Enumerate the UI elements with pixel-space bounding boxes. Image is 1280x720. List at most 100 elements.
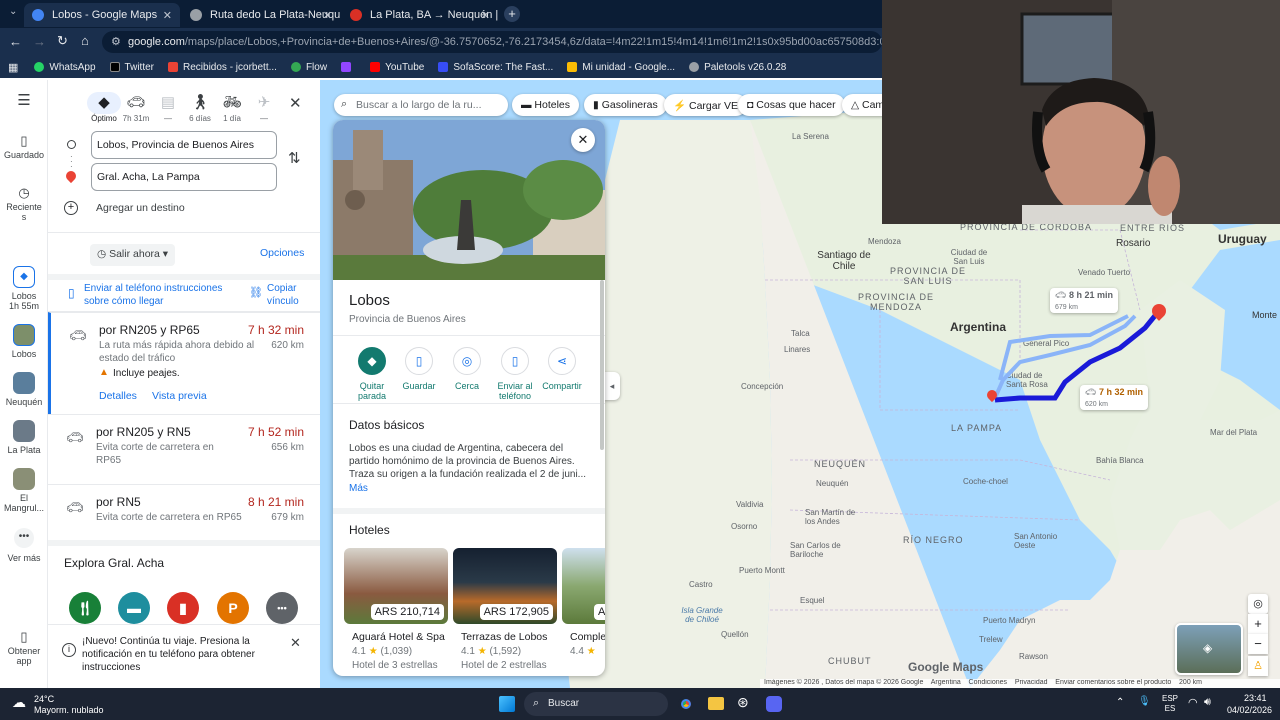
rail-saved[interactable]: ▯ Guardado	[0, 134, 48, 160]
bookmark-flow[interactable]: Flow	[290, 62, 327, 73]
footer-privacy[interactable]: Privacidad	[1015, 679, 1048, 686]
bookmark-sofascore[interactable]: SofaScore: The Fast...	[438, 62, 553, 73]
rail-more[interactable]: ••• Ver más	[0, 528, 48, 563]
route-option-3[interactable]: 🚗︎ por RN5 8 h 21 min Evita corte de car…	[48, 484, 320, 540]
place-photo[interactable]	[333, 120, 605, 280]
send-to-phone-button[interactable]: ▯ Enviar al teléfono	[490, 347, 540, 401]
rail-get-app[interactable]: ▯ Obtener app	[0, 630, 48, 666]
taskbar-search[interactable]: ⌕ Buscar	[524, 692, 668, 716]
chip-hoteles[interactable]: ▬ Hoteles	[512, 94, 580, 116]
rail-recent-el-mangrullo[interactable]: El Mangrul...	[0, 468, 48, 513]
bookmark-paletools[interactable]: Paletools v26.0.28	[689, 62, 786, 73]
about-more-link[interactable]: Más	[349, 483, 368, 494]
zoom-out-button[interactable]: −	[1248, 634, 1268, 654]
bookmark-drive[interactable]: Mi unidad - Google...	[567, 62, 675, 73]
site-info-icon[interactable]: ⚙	[111, 35, 121, 48]
options-button[interactable]: Opciones	[260, 247, 304, 259]
start-button[interactable]	[499, 696, 515, 712]
app-icon[interactable]: ⊛	[737, 694, 749, 711]
add-destination-link[interactable]: Agregar un destino	[96, 202, 185, 214]
home-icon[interactable]: ⌂	[81, 33, 89, 48]
close-tab-icon[interactable]: ✕	[481, 9, 490, 22]
depart-time-dropdown[interactable]: ◷ Salir ahora ▾	[90, 244, 176, 266]
clock-date[interactable]: 04/02/2026	[1227, 705, 1272, 715]
new-tab-button[interactable]: +	[504, 6, 520, 22]
footer-country[interactable]: Argentina	[931, 679, 961, 686]
menu-button[interactable]: ☰	[0, 93, 48, 108]
bookmark-twitch[interactable]	[341, 62, 356, 72]
hotel-card[interactable]: ARS 210,714 Aguará Hotel & Spa 4.1 ★ (1,…	[344, 548, 448, 676]
share-button[interactable]: ⋖ Compartir	[537, 347, 587, 391]
tab-lobos-maps[interactable]: Lobos - Google Maps ✕	[24, 3, 180, 27]
footer-terms[interactable]: Condiciones	[969, 679, 1008, 686]
collapse-panel-button[interactable]: ◂	[604, 372, 620, 400]
close-tab-icon[interactable]: ✕	[323, 9, 332, 22]
bookmark-youtube[interactable]: YouTube	[370, 62, 424, 73]
tab-la-plata-neuquen[interactable]: La Plata, BA → Neuquén | En Au ✕	[342, 3, 498, 27]
close-directions-button[interactable]: ✕	[289, 94, 302, 112]
zoom-in-button[interactable]: +	[1248, 614, 1268, 634]
copy-link-button[interactable]: Copiar vínculo	[267, 282, 315, 308]
swap-icon[interactable]: ⇅	[288, 149, 301, 167]
details-button[interactable]: Detalles	[99, 390, 137, 402]
explore-gas-button[interactable]: ▮	[167, 592, 199, 624]
mode-transit[interactable]: ▤ —	[151, 92, 185, 123]
preview-button[interactable]: Vista previa	[152, 390, 207, 402]
bookmark-whatsapp[interactable]: WhatsApp	[34, 62, 96, 73]
chip-cosas-que-hacer[interactable]: ◘ Cosas que hacer	[738, 94, 845, 116]
mode-flight[interactable]: ✈︎ —	[247, 92, 281, 123]
explore-parking-button[interactable]: P	[217, 592, 249, 624]
route-label-primary[interactable]: 🚗︎ 7 h 32 min 620 km	[1080, 385, 1148, 410]
weather-temp[interactable]: 24°C	[34, 694, 54, 704]
pegman-icon[interactable]: ♙	[1248, 656, 1268, 676]
hotel-card[interactable]: A Comple 4.4 ★	[562, 548, 605, 676]
tab-ruta-dedo[interactable]: Ruta dedo La Plata-Neuquén ✕	[182, 3, 340, 27]
volume-icon[interactable]: 🔊︎	[1204, 696, 1211, 709]
close-place-card-button[interactable]: ✕	[571, 128, 595, 152]
rail-recent-neuquen[interactable]: Neuquén	[0, 372, 48, 407]
route-option-2[interactable]: 🚗︎ por RN205 y RN5 7 h 52 min Evita cort…	[48, 414, 320, 484]
route-search-box[interactable]: ⌕ Buscar a lo largo de la ru...	[334, 94, 508, 116]
my-location-button[interactable]: ◎	[1248, 594, 1268, 614]
mode-bike[interactable]: 🚲︎ 1 día	[215, 92, 249, 123]
rail-recent-lobos[interactable]: Lobos	[0, 324, 48, 359]
chrome-icon[interactable]	[678, 696, 694, 712]
layers-button[interactable]: ◈	[1175, 623, 1243, 675]
close-tab-icon[interactable]: ✕	[163, 9, 172, 22]
chip-cargar-ve[interactable]: ⚡ Cargar VE	[664, 94, 748, 116]
tab-search-icon[interactable]: ⌄	[9, 6, 17, 17]
bookmark-twitter[interactable]: Twitter	[109, 62, 154, 73]
bookmark-gmail[interactable]: Recibidos - jcorbett...	[168, 62, 277, 73]
tray-chevron-icon[interactable]: ⌃	[1116, 697, 1124, 708]
explore-restaurants-button[interactable]: 🍴︎	[69, 592, 101, 624]
route-label-alt[interactable]: 🚗︎ 8 h 21 min 679 km	[1050, 288, 1118, 313]
scrollbar[interactable]	[600, 280, 604, 450]
apps-grid-icon[interactable]: ▦	[8, 61, 18, 74]
mode-car[interactable]: 🚗︎ 7h 31m	[119, 92, 153, 123]
address-bar[interactable]: ⚙ google.com/maps/place/Lobos,+Provincia…	[102, 31, 882, 53]
send-to-phone-link[interactable]: Enviar al teléfono instrucciones sobre c…	[84, 282, 234, 308]
remove-stop-button[interactable]: ◆ Quitar parada	[347, 347, 397, 401]
rail-recent[interactable]: ◷ Recientes	[0, 186, 48, 222]
weather-desc[interactable]: Mayorm. nublado	[34, 705, 104, 715]
destination-input[interactable]: Gral. Acha, La Pampa	[91, 163, 277, 191]
origin-input[interactable]: Lobos, Provincia de Buenos Aires	[91, 131, 277, 159]
mode-walk[interactable]: 🚶︎ 6 días	[183, 92, 217, 123]
route-option-1[interactable]: 🚗︎ por RN205 y RP65 7 h 32 min La ruta m…	[48, 312, 320, 414]
save-place-button[interactable]: ▯ Guardar	[394, 347, 444, 391]
wifi-icon[interactable]: ◠	[1188, 696, 1198, 709]
back-icon[interactable]: ←	[9, 34, 22, 49]
footer-feedback[interactable]: Enviar comentarios sobre el producto	[1055, 679, 1171, 686]
rail-recent-lobos-route[interactable]: ◆ Lobos 1h 55m	[0, 266, 48, 311]
explore-hotels-button[interactable]: ▬	[118, 592, 150, 624]
file-explorer-icon[interactable]	[708, 697, 724, 710]
mode-best[interactable]: ◆ Óptimo	[87, 92, 121, 123]
scale-bar[interactable]: 200 km	[1179, 679, 1202, 686]
discord-icon[interactable]	[766, 696, 782, 712]
hotel-card[interactable]: ARS 172,905 Terrazas de Lobos 4.1 ★ (1,5…	[453, 548, 557, 676]
forward-icon[interactable]: →	[33, 34, 46, 49]
mic-icon[interactable]: 🎙︎	[1138, 696, 1151, 707]
weather-icon[interactable]: ☁	[12, 694, 26, 711]
lang-indicator[interactable]: ESP ES	[1162, 694, 1178, 714]
nearby-button[interactable]: ◎ Cerca	[442, 347, 492, 391]
